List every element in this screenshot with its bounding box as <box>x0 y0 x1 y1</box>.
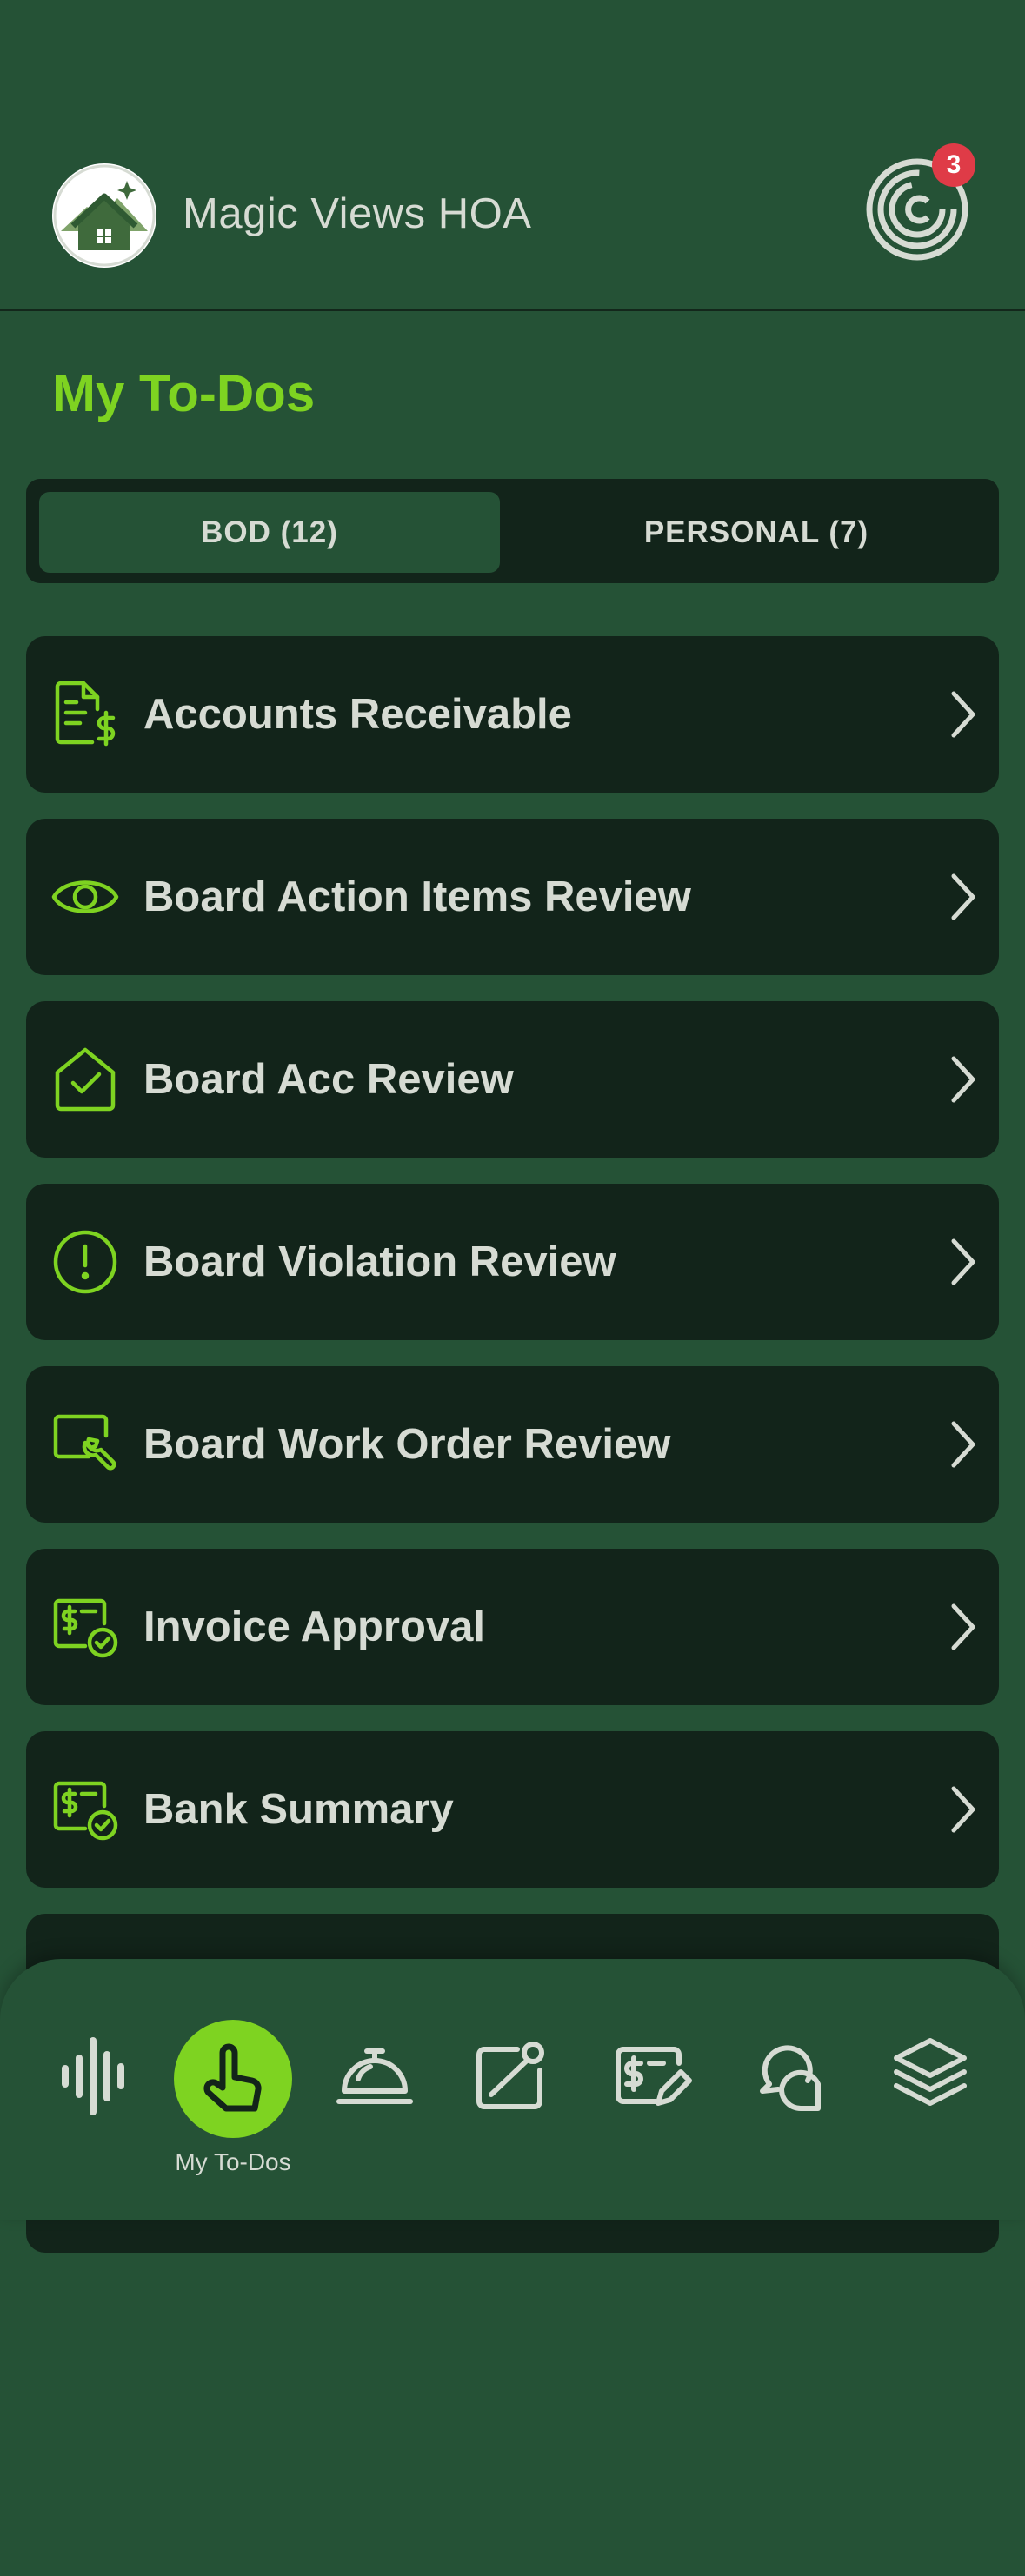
notice-board-icon[interactable] <box>465 2028 561 2124</box>
eye-icon <box>50 862 120 932</box>
service-bell-icon[interactable] <box>327 2028 423 2124</box>
todo-card-label: Accounts Receivable <box>143 691 572 738</box>
todo-card-label: Bank Summary <box>143 1786 454 1833</box>
chevron-right-icon <box>945 1418 980 1471</box>
audio-waveform-icon[interactable] <box>46 2028 142 2124</box>
bottom-nav-bar: My To-Dos <box>0 1959 1025 2220</box>
todo-card-label: Board Violation Review <box>143 1238 616 1285</box>
wrench-screen-icon <box>50 1410 120 1479</box>
pointing-hand-icon <box>203 2043 262 2112</box>
chevron-right-icon <box>945 1053 980 1105</box>
receipt-dollar-icon <box>50 680 120 749</box>
nav-active-label: My To-Dos <box>175 2148 291 2175</box>
house-logo-icon[interactable] <box>52 163 156 268</box>
page-title: My To-Dos <box>52 364 316 422</box>
todo-card-accounts-receivable[interactable]: Accounts Receivable <box>26 636 999 793</box>
chat-bubbles-icon[interactable] <box>743 2028 839 2124</box>
todo-card-label: Board Action Items Review <box>143 873 691 920</box>
todo-card-board-acc-review[interactable]: Board Acc Review <box>26 1001 999 1158</box>
chevron-right-icon <box>945 871 980 923</box>
layers-icon[interactable] <box>882 2028 978 2124</box>
invoice-edit-icon[interactable] <box>604 2028 700 2124</box>
todo-tabs: BOD (12) PERSONAL (7) <box>26 479 999 583</box>
tab-bod[interactable]: BOD (12) <box>39 492 500 573</box>
app-header: Magic Views HOA 3 <box>0 0 1025 311</box>
todo-card-label: Invoice Approval <box>143 1603 486 1650</box>
chevron-right-icon <box>945 1236 980 1288</box>
todo-card-board-violation-review[interactable]: Board Violation Review <box>26 1184 999 1340</box>
exclamation-circle-icon <box>50 1227 120 1297</box>
tab-personal[interactable]: PERSONAL (7) <box>526 492 987 573</box>
notification-count-badge: 3 <box>932 143 975 187</box>
nav-my-todos-button[interactable] <box>174 2020 292 2138</box>
todo-card-label: Board Work Order Review <box>143 1421 671 1468</box>
todo-card-board-action-items-review[interactable]: Board Action Items Review <box>26 819 999 975</box>
invoice-check-icon <box>50 1592 120 1662</box>
todo-card-board-work-order-review[interactable]: Board Work Order Review <box>26 1366 999 1523</box>
house-check-icon <box>50 1045 120 1114</box>
chevron-right-icon <box>945 1783 980 1836</box>
invoice-check-icon <box>50 1775 120 1844</box>
app-screen: Magic Views HOA 3 My To-Dos BOD (12) PER… <box>0 0 1025 2576</box>
chevron-right-icon <box>945 1601 980 1653</box>
todo-card-bank-summary[interactable]: Bank Summary <box>26 1731 999 1888</box>
chevron-right-icon <box>945 688 980 740</box>
todo-card-invoice-approval[interactable]: Invoice Approval <box>26 1549 999 1705</box>
todo-card-label: Board Acc Review <box>143 1056 514 1103</box>
app-title: Magic Views HOA <box>183 190 532 237</box>
